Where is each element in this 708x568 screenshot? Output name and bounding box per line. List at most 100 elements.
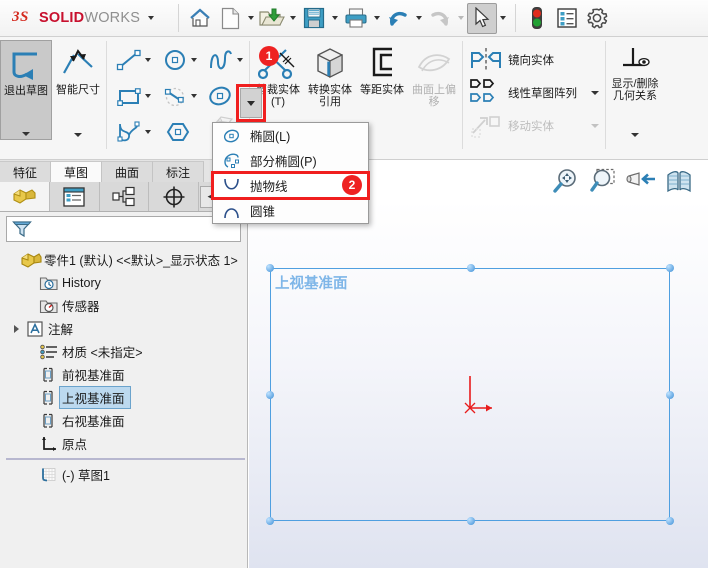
tree-item-origin[interactable]: 原点 bbox=[6, 432, 247, 455]
plane-handle-ml[interactable] bbox=[266, 391, 274, 399]
tree-rollback-bar[interactable] bbox=[6, 458, 245, 460]
sketch-fillet-tool[interactable] bbox=[109, 114, 155, 150]
plane-handle-bl[interactable] bbox=[266, 517, 274, 525]
tree-item-label: (-) 草图1 bbox=[62, 469, 110, 483]
home-button[interactable] bbox=[185, 1, 215, 35]
material-icon bbox=[37, 343, 61, 361]
tree-item-annotations[interactable]: 注解 bbox=[6, 317, 247, 340]
panel-tab-dimxpert-manager[interactable] bbox=[149, 182, 199, 211]
ribbon-group-sketch-state: 退出草图 智能尺寸 bbox=[0, 37, 104, 160]
logo-menu-caret[interactable] bbox=[145, 1, 157, 35]
panel-tab-property-manager[interactable] bbox=[50, 182, 100, 211]
view-orientation-button[interactable] bbox=[626, 168, 656, 199]
zoom-to-fit-button[interactable] bbox=[552, 168, 580, 199]
settings-button[interactable] bbox=[582, 1, 612, 35]
polygon-tool[interactable] bbox=[155, 114, 201, 150]
origin-marker[interactable] bbox=[462, 372, 506, 419]
arc-caret[interactable] bbox=[190, 94, 197, 98]
display-delete-relations-button[interactable]: 显示/删除几何关系 bbox=[608, 40, 662, 140]
menu-item-partial-ellipse[interactable]: 部分椭圆(P) bbox=[213, 148, 368, 173]
options-list-button[interactable] bbox=[552, 1, 582, 35]
undo-caret[interactable] bbox=[413, 1, 425, 35]
offset-entities-label: 等距实体 bbox=[360, 84, 404, 96]
redo-button[interactable] bbox=[425, 1, 455, 35]
display-relations-dropdown[interactable] bbox=[631, 133, 639, 137]
tree-item-top-plane[interactable]: 上视基准面 bbox=[6, 386, 247, 409]
menu-item-conic[interactable]: 圆锥 bbox=[213, 198, 368, 223]
mirror-entities-button[interactable]: 镜向实体 bbox=[465, 43, 558, 76]
parabola-icon bbox=[222, 177, 241, 195]
zoom-to-area-button[interactable] bbox=[589, 168, 617, 199]
tree-filter-bar[interactable] bbox=[6, 216, 241, 242]
plane-handle-tl[interactable] bbox=[266, 264, 274, 272]
ellipse-flyout-dropdown-button[interactable] bbox=[240, 88, 262, 118]
offset-on-surface-button[interactable]: 曲面上偏移 bbox=[408, 40, 460, 140]
svg-text:S: S bbox=[20, 9, 28, 24]
smart-dimension-dropdown[interactable] bbox=[74, 133, 82, 137]
plane-handle-mr[interactable] bbox=[666, 391, 674, 399]
plane-handle-br[interactable] bbox=[666, 517, 674, 525]
linear-pattern-button[interactable]: 线性草图阵列 bbox=[465, 76, 603, 109]
tree-item-history[interactable]: History bbox=[6, 271, 247, 294]
spline-caret[interactable] bbox=[236, 58, 243, 62]
print-caret[interactable] bbox=[371, 1, 383, 35]
exit-sketch-button[interactable]: 退出草图 bbox=[0, 40, 52, 140]
tree-root-row[interactable]: 零件1 (默认) <<默认>_显示状态 1> bbox=[6, 248, 247, 271]
tab-annotation[interactable]: 标注 bbox=[153, 161, 205, 182]
exit-sketch-dropdown[interactable] bbox=[22, 132, 30, 136]
tab-sketch[interactable]: 草图 bbox=[51, 161, 103, 182]
rectangle-caret[interactable] bbox=[144, 94, 151, 98]
tree-expander-annotations[interactable] bbox=[10, 324, 23, 333]
conic-icon bbox=[222, 202, 241, 220]
tree-item-sensors[interactable]: 传感器 bbox=[6, 294, 247, 317]
smart-dimension-icon bbox=[63, 49, 93, 74]
sketch-fillet-caret[interactable] bbox=[144, 130, 151, 134]
partial-ellipse-icon bbox=[222, 152, 241, 170]
section-view-button[interactable] bbox=[665, 168, 693, 199]
view-orientation-icon bbox=[626, 171, 655, 186]
rectangle-tool[interactable] bbox=[109, 78, 155, 114]
3ds-glyph-icon: 3 S bbox=[11, 9, 29, 25]
tree-item-material[interactable]: 材质 <未指定> bbox=[6, 340, 247, 363]
select-tool-button[interactable] bbox=[467, 2, 497, 34]
rebuild-status-button[interactable] bbox=[522, 1, 552, 35]
arc-tool[interactable] bbox=[155, 78, 201, 114]
print-button[interactable] bbox=[341, 1, 371, 35]
save-caret[interactable] bbox=[329, 1, 341, 35]
logo-3ds-mark: 3 S bbox=[11, 7, 34, 29]
spline-tool[interactable] bbox=[201, 42, 247, 78]
tab-features[interactable]: 特征 bbox=[0, 161, 52, 182]
circle-caret[interactable] bbox=[190, 58, 197, 62]
tree-item-right-plane[interactable]: 右视基准面 bbox=[6, 409, 247, 432]
menu-item-ellipse[interactable]: 椭圆(L) bbox=[213, 123, 368, 148]
linear-pattern-caret[interactable] bbox=[591, 90, 599, 95]
select-caret[interactable] bbox=[497, 1, 509, 35]
tree-item-sketch1[interactable]: (-) 草图1 bbox=[6, 463, 247, 486]
line-tool[interactable] bbox=[109, 42, 155, 78]
graphics-area[interactable]: 上视基准面 bbox=[249, 200, 708, 568]
tree-item-front-plane[interactable]: 前视基准面 bbox=[6, 363, 247, 386]
polygon-icon bbox=[163, 117, 193, 147]
plane-handle-tc[interactable] bbox=[467, 264, 475, 272]
line-caret[interactable] bbox=[144, 58, 151, 62]
open-caret[interactable] bbox=[287, 1, 299, 35]
logo-solid-text: SOLID bbox=[39, 10, 85, 26]
plane-handle-bc[interactable] bbox=[467, 517, 475, 525]
open-button[interactable] bbox=[257, 1, 287, 35]
plane-handle-tr[interactable] bbox=[666, 264, 674, 272]
save-button[interactable] bbox=[299, 1, 329, 35]
panel-tab-feature-manager[interactable] bbox=[0, 182, 50, 211]
move-entities-caret[interactable] bbox=[591, 123, 599, 128]
panel-tab-configuration-manager[interactable] bbox=[100, 182, 150, 211]
feature-manager-panel: ◀ ▶ 零件1 (默认) <<默认>_显示状态 1> bbox=[0, 182, 248, 568]
ellipse-icon bbox=[205, 81, 235, 111]
tab-surfaces[interactable]: 曲面 bbox=[102, 161, 154, 182]
smart-dimension-button[interactable]: 智能尺寸 bbox=[52, 40, 104, 140]
quick-access-toolbar: 3 S SOLIDWORKS bbox=[0, 0, 708, 37]
circle-tool[interactable] bbox=[155, 42, 201, 78]
undo-button[interactable] bbox=[383, 1, 413, 35]
new-document-button[interactable] bbox=[215, 1, 245, 35]
move-entities-button[interactable]: 移动实体 bbox=[465, 109, 603, 142]
new-document-caret[interactable] bbox=[245, 1, 257, 35]
redo-caret[interactable] bbox=[455, 1, 467, 35]
